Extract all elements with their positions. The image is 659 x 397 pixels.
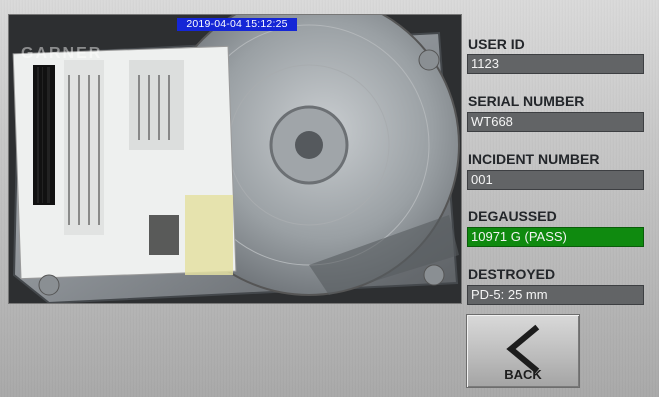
- degaussed-label: DEGAUSSED: [468, 208, 557, 224]
- incident-number-field: 001: [467, 170, 644, 190]
- back-button-label: BACK: [504, 367, 542, 382]
- destroyed-field: PD-5: 25 mm: [467, 285, 644, 305]
- user-id-label: USER ID: [468, 36, 525, 52]
- serial-number-label: SERIAL NUMBER: [468, 93, 585, 109]
- drive-photo: GARNER 2019-04-04 15:12:25: [8, 14, 462, 304]
- capture-timestamp: 2019-04-04 15:12:25: [177, 18, 297, 31]
- brand-watermark: GARNER: [21, 45, 103, 62]
- incident-number-label: INCIDENT NUMBER: [468, 151, 600, 167]
- back-button[interactable]: BACK: [466, 314, 580, 388]
- chevron-left-icon: [506, 324, 540, 373]
- user-id-field: 1123: [467, 54, 644, 74]
- serial-number-field: WT668: [467, 112, 644, 132]
- destroyed-label: DESTROYED: [468, 266, 556, 282]
- degaussed-field: 10971 G (PASS): [467, 227, 644, 247]
